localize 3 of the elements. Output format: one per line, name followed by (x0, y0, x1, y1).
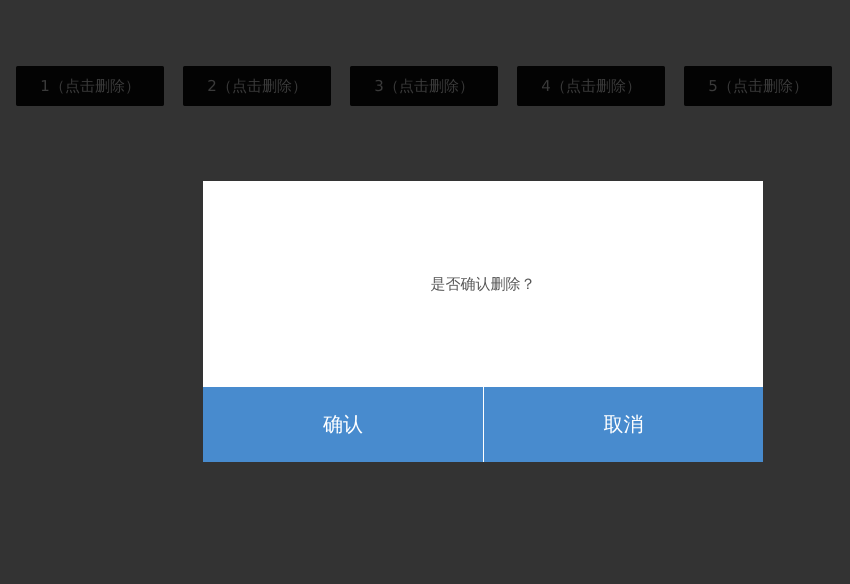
dialog-button[interactable]: 确认 (203, 387, 482, 462)
dialog-message: 是否确认删除？ (430, 274, 536, 294)
dialog-button[interactable]: 取消 (482, 387, 763, 462)
